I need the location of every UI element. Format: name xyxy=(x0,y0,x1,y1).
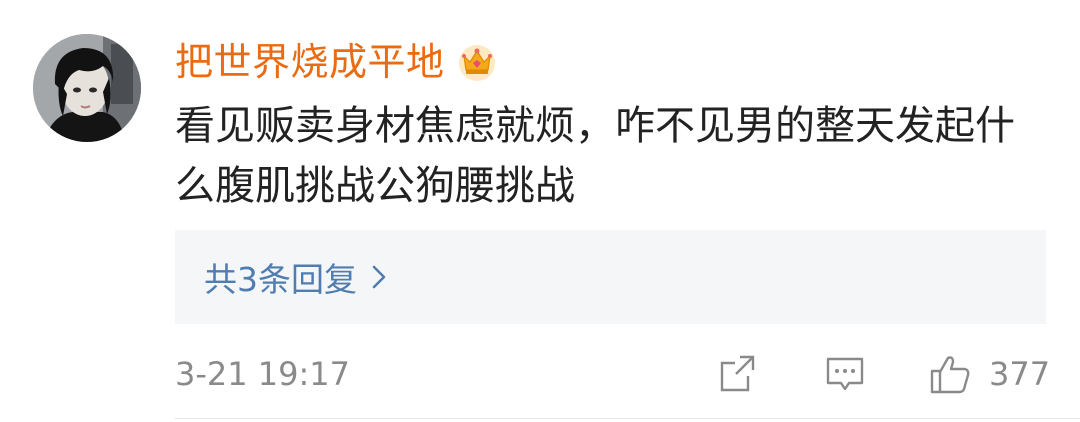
replies-panel[interactable]: 共3条回复 xyxy=(175,230,1046,324)
comment-icon xyxy=(826,357,864,391)
comment-button[interactable] xyxy=(825,354,865,398)
like-button[interactable]: 377 xyxy=(929,354,1050,394)
replies-label: 共3条回复 xyxy=(204,260,357,299)
crown-icon xyxy=(458,45,495,81)
comment-footer: 3-21 19:17 377 xyxy=(175,348,1050,400)
share-button[interactable] xyxy=(718,354,758,398)
username-row: 把世界烧成平地 xyxy=(175,36,497,88)
timestamp: 3-21 19:17 xyxy=(175,355,351,393)
divider xyxy=(175,418,1080,419)
comment-text: 看见贩卖身材焦虑就烦，咋不见男的整天发起什么腹肌挑战公狗腰挑战 xyxy=(175,103,1015,209)
thumbs-up-icon xyxy=(930,356,970,394)
avatar[interactable] xyxy=(33,34,141,142)
view-replies-link[interactable]: 共3条回复 xyxy=(204,253,387,301)
comment-card: 把世界烧成平地 看见贩卖身材焦虑就烦，咋不见男的整天发起什么腹肌挑战公狗腰挑战 … xyxy=(0,0,1080,422)
like-count: 377 xyxy=(989,355,1051,393)
share-icon xyxy=(720,355,755,392)
chevron-right-icon xyxy=(372,265,386,289)
username[interactable]: 把世界烧成平地 xyxy=(175,36,445,88)
